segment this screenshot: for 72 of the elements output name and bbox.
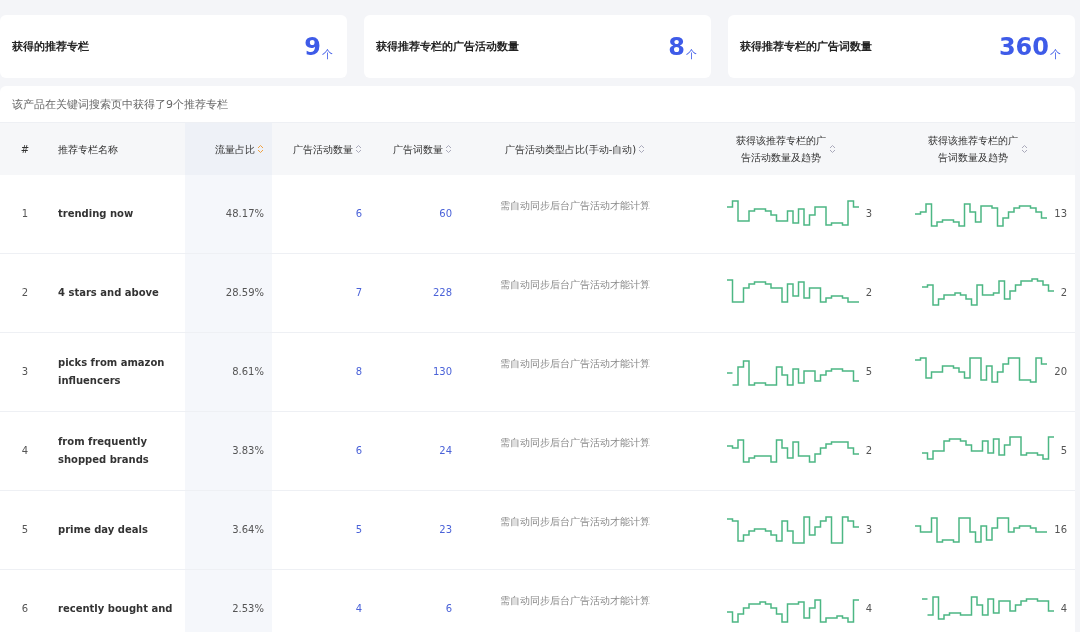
card-unit: 个 — [686, 46, 697, 62]
sort-icon[interactable] — [638, 144, 646, 154]
campaign-trend-count: 2 — [865, 444, 872, 458]
card-label: 获得推荐专栏的广告活动数量 — [376, 39, 519, 54]
traffic-share: 3.83% — [232, 444, 264, 458]
campaign-trend-count: 3 — [865, 523, 872, 537]
traffic-share: 2.53% — [232, 602, 264, 616]
traffic-share: 3.64% — [232, 523, 264, 537]
column-name: picks from amazon influencers — [58, 356, 166, 388]
campaign-count-link[interactable]: 5 — [355, 521, 362, 539]
row-index: 1 — [21, 207, 29, 221]
traffic-share: 8.61% — [232, 365, 264, 379]
campaign-type-note: 需自动同步后台广告活动才能计算 — [500, 278, 650, 292]
campaign-count-link[interactable]: 7 — [355, 284, 362, 302]
column-header[interactable]: 获得该推荐专栏的广告词数量及趋势 — [927, 132, 1019, 166]
keyword-count-link[interactable]: 130 — [432, 363, 452, 381]
row-index: 6 — [21, 602, 29, 616]
keyword-trend-count: 5 — [1060, 444, 1067, 458]
sort-icon[interactable] — [257, 144, 264, 154]
campaign-trend-count: 2 — [865, 286, 872, 300]
card-label: 获得的推荐专栏 — [12, 39, 89, 54]
keyword-trend-count: 20 — [1054, 365, 1067, 379]
column-name: recently bought and — [58, 602, 173, 616]
row-index: 2 — [21, 286, 29, 300]
campaign-count-link[interactable]: 6 — [355, 205, 362, 223]
column-header[interactable]: 广告活动类型占比(手动-自动) — [504, 140, 637, 158]
sort-icon[interactable] — [445, 144, 452, 154]
column-name: trending now — [58, 207, 134, 221]
column-header[interactable]: 广告词数量 — [393, 140, 443, 158]
keyword-count-link[interactable]: 228 — [432, 284, 452, 302]
traffic-share: 48.17% — [225, 207, 264, 221]
column-header[interactable]: 获得该推荐专栏的广告活动数量及趋势 — [734, 132, 827, 166]
table-caption: 该产品在关键词搜索页中获得了9个推荐专栏 — [12, 96, 228, 112]
campaign-trend-count: 5 — [865, 365, 872, 379]
sort-icon[interactable] — [355, 144, 362, 154]
column-header[interactable]: 流量占比 — [215, 140, 255, 158]
campaign-type-note: 需自动同步后台广告活动才能计算 — [500, 436, 650, 450]
campaign-type-note: 需自动同步后台广告活动才能计算 — [500, 594, 650, 608]
campaign-trend-count: 3 — [865, 207, 872, 221]
campaign-count-link[interactable]: 8 — [355, 363, 362, 381]
keyword-count-link[interactable]: 24 — [439, 442, 452, 460]
keyword-trend-count: 16 — [1054, 523, 1067, 537]
card-label: 获得推荐专栏的广告词数量 — [740, 39, 872, 54]
card-value: 8 — [668, 34, 685, 59]
column-name: prime day deals — [58, 523, 148, 537]
row-index: 3 — [21, 365, 29, 379]
keyword-count-link[interactable]: 60 — [439, 205, 452, 223]
column-header[interactable]: 广告活动数量 — [293, 140, 353, 158]
campaign-type-note: 需自动同步后台广告活动才能计算 — [500, 515, 650, 529]
keyword-trend-count: 13 — [1054, 207, 1067, 221]
card-unit: 个 — [1050, 46, 1061, 62]
card-unit: 个 — [322, 46, 333, 62]
row-index: 5 — [21, 523, 29, 537]
sort-icon[interactable] — [828, 144, 836, 154]
keyword-count-link[interactable]: 23 — [439, 521, 452, 539]
column-header: # — [20, 142, 30, 157]
keyword-trend-count: 4 — [1060, 602, 1067, 616]
keyword-trend-count: 2 — [1060, 286, 1067, 300]
sort-icon[interactable] — [1021, 144, 1028, 154]
campaign-count-link[interactable]: 6 — [355, 442, 362, 460]
keyword-count-link[interactable]: 6 — [445, 600, 452, 618]
column-name: 4 stars and above — [58, 286, 159, 300]
column-header: 推荐专栏名称 — [58, 142, 118, 157]
card-value: 9 — [304, 34, 321, 59]
column-name: from frequently shopped brands — [58, 435, 150, 467]
traffic-share: 28.59% — [225, 286, 264, 300]
campaign-type-note: 需自动同步后台广告活动才能计算 — [500, 357, 650, 371]
campaign-count-link[interactable]: 4 — [355, 600, 362, 618]
card-value: 360 — [998, 34, 1049, 59]
campaign-trend-count: 4 — [865, 602, 872, 616]
campaign-type-note: 需自动同步后台广告活动才能计算 — [500, 199, 650, 213]
row-index: 4 — [21, 444, 29, 458]
